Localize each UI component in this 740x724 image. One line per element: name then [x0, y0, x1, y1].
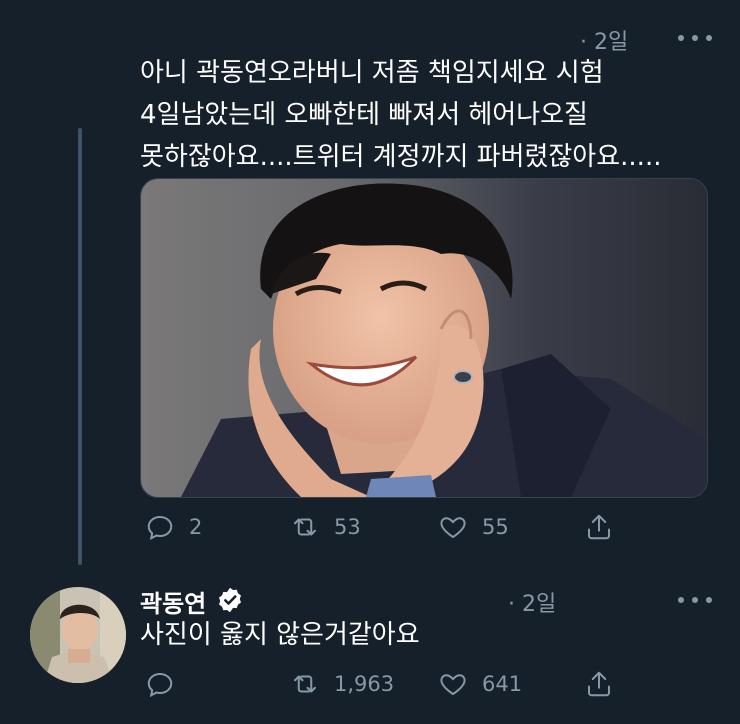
share-button[interactable]: [584, 512, 614, 542]
heart-icon: [440, 674, 466, 696]
more-icon[interactable]: [678, 595, 712, 605]
reply-icon: [147, 672, 173, 698]
tweet-text: 아니 곽동연오라버니 저좀 책임지세요 시험 4일남았는데 오빠한테 빠져서 헤…: [140, 58, 662, 172]
retweet-count: 53: [334, 515, 361, 539]
retweet-icon: [294, 518, 316, 536]
heart-icon: [440, 517, 466, 539]
reply-text: 사진이 옳지 않은거같아요: [140, 620, 420, 650]
avatar-image: [30, 587, 126, 683]
share-icon: [588, 671, 610, 697]
reply-timestamp[interactable]: · 2일: [508, 586, 556, 618]
more-icon[interactable]: [678, 33, 712, 43]
avatar[interactable]: [30, 587, 126, 683]
tweet-photo[interactable]: [140, 178, 708, 498]
like-button[interactable]: 55: [438, 512, 509, 542]
reply-button[interactable]: 2: [145, 512, 202, 542]
verified-icon: [219, 587, 241, 613]
author-name[interactable]: 곽동연: [140, 584, 206, 619]
retweet-icon: [294, 675, 316, 693]
like-count: 55: [482, 515, 509, 539]
share-button[interactable]: [584, 669, 614, 699]
reply-button[interactable]: [145, 669, 189, 699]
reply-icon: [147, 515, 173, 541]
reply-count: 2: [189, 515, 203, 539]
retweet-button[interactable]: 53: [290, 512, 361, 542]
retweet-count: 1,963: [334, 672, 395, 696]
photo-image: [141, 179, 707, 497]
retweet-button[interactable]: 1,963: [290, 669, 394, 699]
like-button[interactable]: 641: [438, 669, 522, 699]
thread-line: [78, 128, 82, 565]
share-icon: [588, 514, 610, 540]
like-count: 641: [482, 672, 523, 696]
